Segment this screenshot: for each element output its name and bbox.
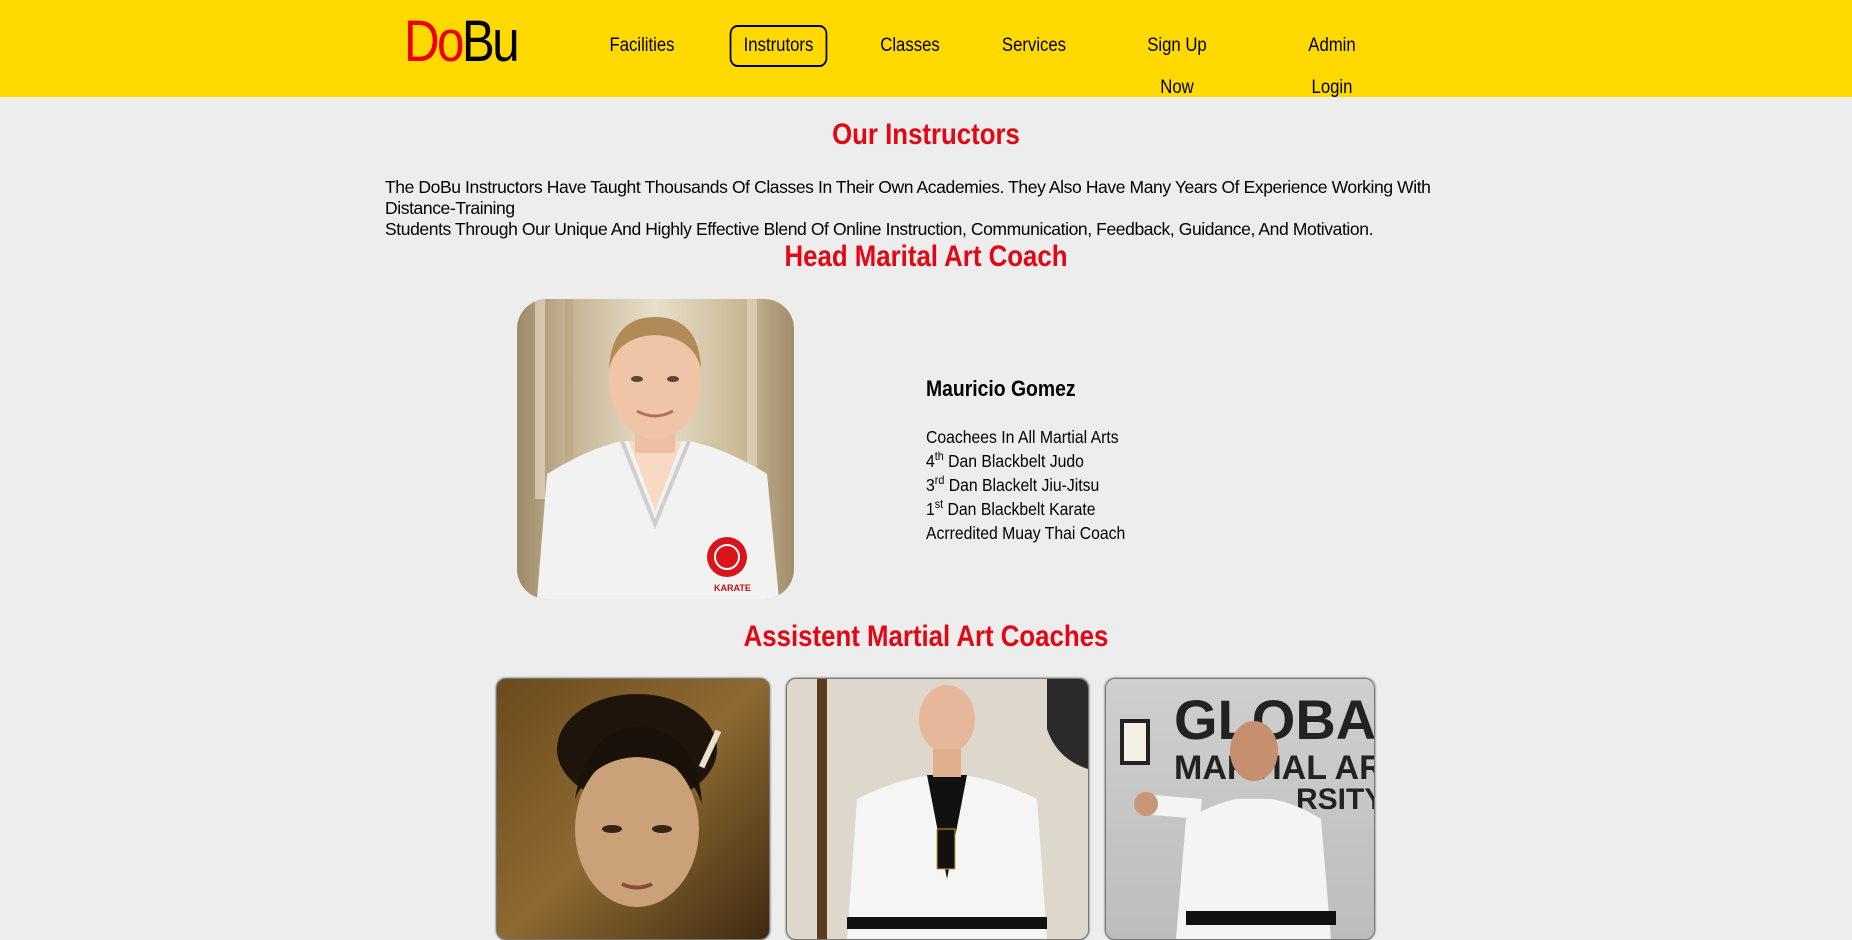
nav-services[interactable]: Services — [999, 25, 1069, 67]
assistant-coach-photo-2 — [817, 679, 1088, 939]
head-coach-credentials: Coachees In All Martial Arts 4th Dan Bla… — [926, 425, 1125, 545]
wall-sign-line-3: RSITY — [1296, 783, 1374, 816]
header-bar: DoBu Facilities Instrutors Classes Servi… — [0, 0, 1852, 98]
assistant-coach-card-3: GLOBA MARTIAL AR RSITY — [1105, 678, 1375, 940]
head-coach-photo-art: KARATE — [535, 299, 779, 599]
intro-line-2: Students Through Our Unique And Highly E… — [385, 219, 1374, 239]
head-coach-photo: KARATE — [517, 299, 794, 599]
logo-bu: Bu — [461, 9, 520, 74]
credential-line: 4th Dan Blackbelt Judo — [926, 449, 1084, 471]
gi-patch-text: KARATE — [714, 583, 751, 593]
assistant-coach-photo-1 — [557, 694, 722, 907]
head-coach-name: Mauricio Gomez — [926, 376, 1076, 401]
credential-line: 1st Dan Blackbelt Karate — [926, 497, 1096, 519]
logo-do: Do — [404, 9, 464, 74]
assistant-coach-card-2 — [786, 678, 1089, 940]
credential-line: Coachees In All Martial Arts — [926, 427, 1119, 447]
logo[interactable]: DoBu — [404, 6, 520, 78]
page-title: Our Instructors — [832, 118, 1020, 151]
nav-classes[interactable]: Classes — [875, 25, 945, 67]
intro-text: The DoBu Instructors Have Taught Thousan… — [385, 177, 1475, 240]
nav-facilities[interactable]: Facilities — [598, 25, 686, 67]
head-coach-heading: Head Marital Art Coach — [784, 240, 1068, 273]
assistant-coach-card-1 — [496, 678, 770, 940]
nav-sign-up-now[interactable]: Sign Up Now — [1130, 25, 1223, 98]
intro-line-1: The DoBu Instructors Have Taught Thousan… — [385, 177, 1431, 218]
credential-line: Acrredited Muay Thai Coach — [926, 523, 1126, 543]
assistant-coach-photo-3: GLOBA MARTIAL AR RSITY — [1120, 688, 1374, 939]
nav-instructors[interactable]: Instrutors — [729, 25, 828, 67]
assistant-coaches-heading: Assistent Martial Art Coaches — [743, 620, 1109, 653]
nav-admin-login[interactable]: Admin Login — [1288, 25, 1376, 98]
credential-line: 3rd Dan Blackelt Jiu-Jitsu — [926, 473, 1100, 495]
